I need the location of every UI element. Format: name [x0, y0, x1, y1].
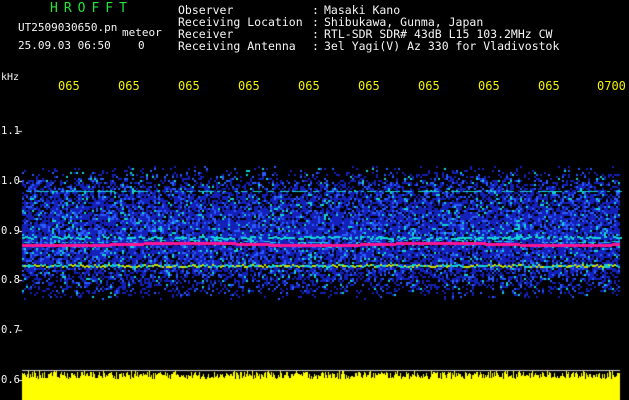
frequency-label: 1.1: [1, 125, 20, 137]
time-label: 065: [118, 79, 140, 93]
extra-value: 0: [138, 39, 145, 52]
info-value: 3el Yagi(V) Az 330 for Vladivostok: [324, 39, 560, 53]
time-label: 0700: [597, 79, 626, 93]
frequency-label: 0.6: [1, 374, 20, 386]
frequency-label: 1.0: [1, 175, 20, 187]
time-label: 065: [478, 79, 500, 93]
time-label: 065: [238, 79, 260, 93]
frequency-label: 0.8: [1, 274, 20, 286]
time-label: 065: [418, 79, 440, 93]
time-label: 065: [538, 79, 560, 93]
time-label: 065: [358, 79, 380, 93]
spectrogram: [0, 0, 629, 400]
file-name: UT2509030650.pn: [18, 21, 118, 34]
frequency-label: 0.7: [1, 324, 20, 336]
frequency-label: 0.9: [1, 225, 20, 237]
time-label: 065: [298, 79, 320, 93]
date-time: 25.09.03 06:50: [18, 39, 111, 52]
info-row-antenna: Receiving Antenna:3el Yagi(V) Az 330 for…: [178, 39, 560, 53]
app-title: HROFFT: [50, 1, 133, 16]
time-label: 065: [58, 79, 80, 93]
mode-label: meteor: [122, 26, 162, 39]
frequency-unit-label: kHz: [1, 72, 20, 83]
time-label: 065: [178, 79, 200, 93]
info-label: Receiving Antenna: [178, 39, 296, 53]
